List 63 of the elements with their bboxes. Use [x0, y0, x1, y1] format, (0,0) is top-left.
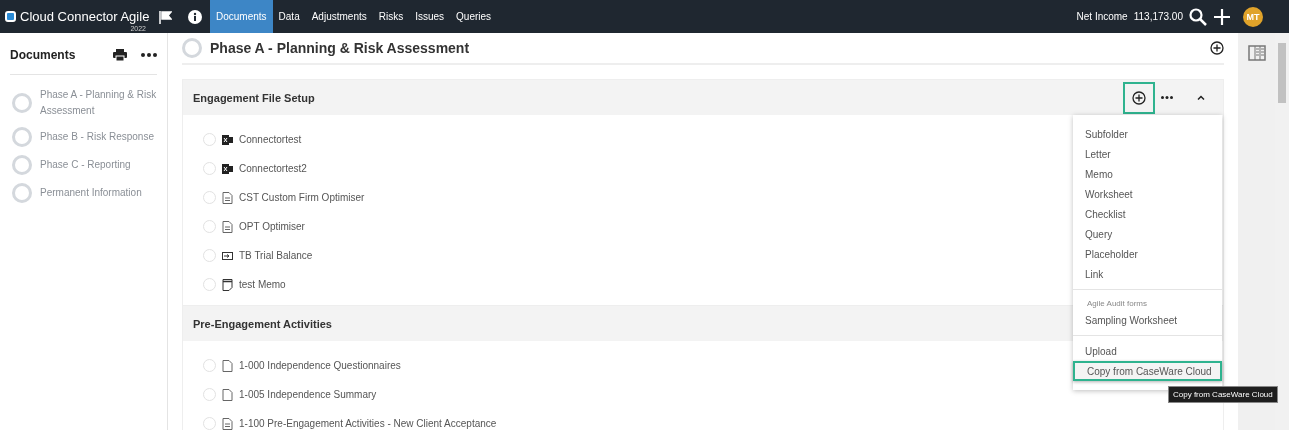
add-button[interactable] [1123, 81, 1155, 114]
plus-icon[interactable] [1213, 7, 1231, 26]
menu-item[interactable]: Query [1073, 224, 1222, 244]
document-link[interactable]: Connectortest [239, 134, 302, 145]
collapse-icon[interactable] [1197, 95, 1205, 100]
menu-item[interactable]: Worksheet [1073, 184, 1222, 204]
menu-item[interactable]: Placeholder [1073, 244, 1222, 264]
add-icon [1132, 90, 1146, 105]
app-title: Cloud Connector Agile [20, 9, 150, 24]
progress-ring [12, 93, 32, 113]
menu-item[interactable]: Upload [1073, 341, 1222, 361]
menu-item[interactable]: Link [1073, 264, 1222, 284]
checklist-icon [222, 191, 233, 204]
more-icon[interactable] [1161, 96, 1173, 99]
flag-icon[interactable] [158, 9, 172, 24]
menu-item[interactable]: Memo [1073, 164, 1222, 184]
menu-item[interactable]: Copy from CaseWare Cloud [1073, 361, 1222, 381]
menu-item[interactable]: Letter [1073, 144, 1222, 164]
document-link[interactable]: OPT Optimiser [239, 221, 305, 232]
nav-tab[interactable]: Queries [450, 0, 498, 33]
menu-item[interactable]: Sampling Worksheet [1073, 310, 1222, 330]
progress-ring [12, 183, 32, 203]
print-icon[interactable] [113, 48, 127, 61]
columns-icon[interactable] [1247, 45, 1266, 61]
spreadsheet-icon [222, 133, 233, 146]
sidebar-item[interactable]: Permanent Information [40, 185, 142, 201]
menu-item[interactable]: Subfolder [1073, 124, 1222, 144]
document-link[interactable]: test Memo [239, 279, 286, 290]
document-link[interactable]: CST Custom Firm Optimiser [239, 192, 365, 203]
net-income-value: 113,173.00 [1133, 11, 1183, 22]
trial-balance-icon [222, 249, 233, 262]
add-icon[interactable] [1210, 41, 1224, 55]
nav-tab[interactable]: Risks [372, 0, 410, 33]
sidebar-title: Documents [10, 47, 77, 62]
document-link[interactable]: TB Trial Balance [239, 250, 313, 261]
info-icon[interactable] [188, 9, 202, 24]
spreadsheet-icon [222, 162, 233, 175]
document-icon [222, 359, 233, 372]
document-link[interactable]: 1-000 Independence Questionnaires [239, 360, 401, 371]
app-logo-icon [5, 11, 16, 22]
progress-ring [182, 38, 202, 58]
nav-tab[interactable]: Issues [409, 0, 451, 33]
net-income-label: Net Income [1076, 11, 1128, 22]
page-title: Phase A - Planning & Risk Assessment [210, 40, 471, 56]
document-icon [222, 388, 233, 401]
nav-tab[interactable]: Adjustments [305, 0, 373, 33]
menu-item[interactable]: Checklist [1073, 204, 1222, 224]
section-title: Pre-Engagement Activities [193, 317, 332, 330]
nav-tab[interactable]: Documents [210, 0, 273, 33]
checklist-icon [222, 220, 233, 233]
search-icon[interactable] [1189, 7, 1207, 26]
memo-icon [222, 278, 233, 291]
checklist-icon [222, 417, 233, 430]
progress-ring [12, 155, 32, 175]
tooltip: Copy from CaseWare Cloud [1168, 386, 1278, 403]
document-link[interactable]: Connectortest2 [239, 163, 307, 174]
section-title: Engagement File Setup [193, 91, 315, 104]
progress-ring [12, 127, 32, 147]
document-link[interactable]: 1-100 Pre-Engagement Activities - New Client Acceptance [239, 418, 497, 429]
more-icon[interactable] [141, 52, 157, 57]
document-link[interactable]: 1-005 Independence Summary [239, 389, 377, 400]
menu-heading: Agile Audit forms [1086, 298, 1149, 310]
nav-tab[interactable]: Data [272, 0, 306, 33]
